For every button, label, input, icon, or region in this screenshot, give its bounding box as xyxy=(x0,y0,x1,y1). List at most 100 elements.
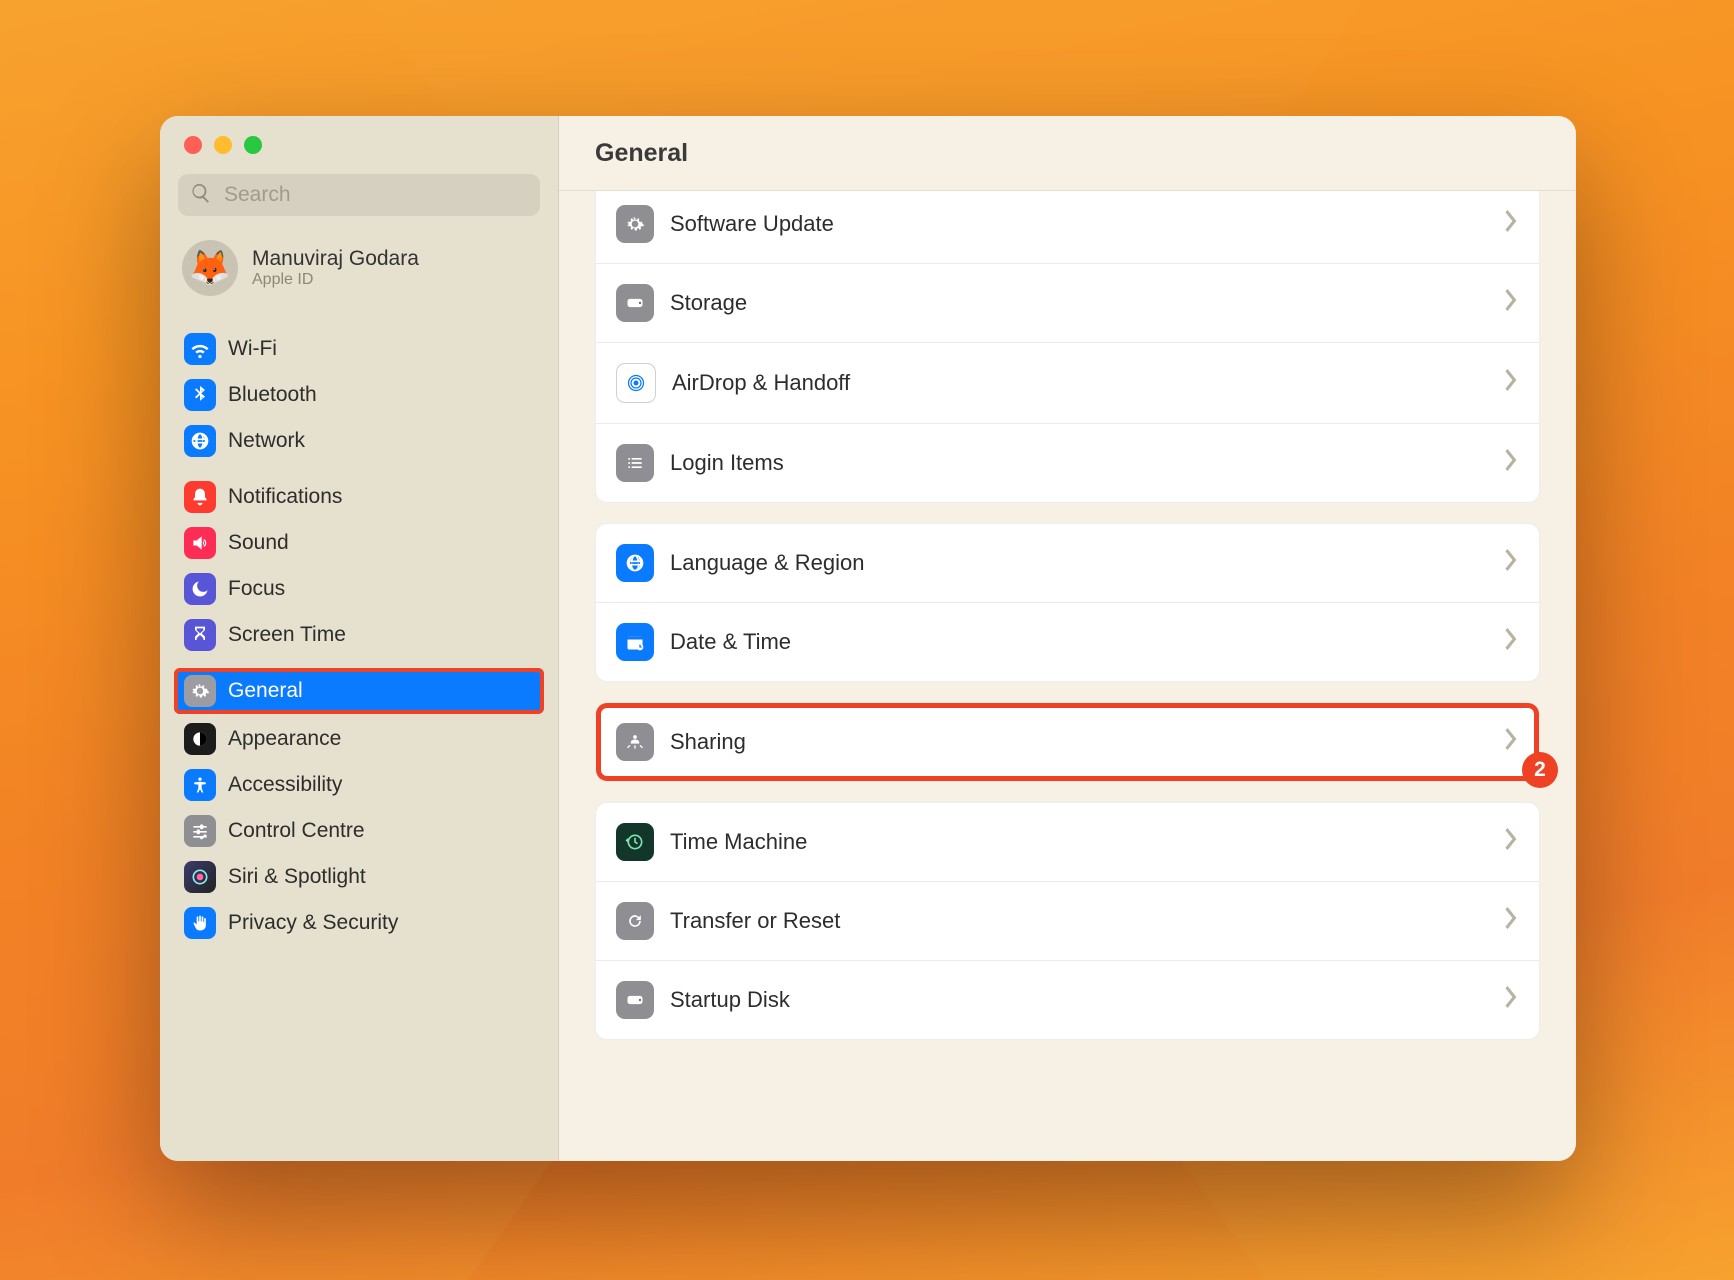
apple-id-row[interactable]: 🦊 Manuviraj Godara Apple ID xyxy=(160,224,558,316)
row-time-machine[interactable]: Time Machine xyxy=(596,803,1539,881)
chevron-right-icon xyxy=(1505,369,1519,397)
bluetooth-icon xyxy=(184,379,216,411)
sidebar-item-appearance[interactable]: Appearance xyxy=(174,716,544,762)
sliders-icon xyxy=(184,815,216,847)
row-storage[interactable]: Storage xyxy=(596,263,1539,342)
row-label: AirDrop & Handoff xyxy=(672,370,850,396)
row-label: Sharing xyxy=(670,729,746,755)
sidebar-item-label: Sound xyxy=(228,531,289,555)
row-airdrop-handoff[interactable]: AirDrop & Handoff xyxy=(596,342,1539,423)
gear-badge-icon xyxy=(616,205,654,243)
gear-icon xyxy=(184,675,216,707)
row-label: Transfer or Reset xyxy=(670,908,840,934)
page-title: General xyxy=(559,116,1576,191)
chevron-right-icon xyxy=(1505,210,1519,238)
chevron-right-icon xyxy=(1505,628,1519,656)
sidebar-list: Wi-Fi Bluetooth Network Notifications xyxy=(160,316,558,1161)
row-label: Storage xyxy=(670,290,747,316)
chevron-right-icon xyxy=(1505,986,1519,1014)
minimize-window-button[interactable] xyxy=(214,136,232,154)
settings-group: Time Machine Transfer or Reset Startup D… xyxy=(595,802,1540,1040)
sidebar-item-general[interactable]: General xyxy=(174,668,544,714)
row-sharing[interactable]: Sharing xyxy=(596,703,1539,781)
sidebar-item-label: Network xyxy=(228,429,305,453)
sidebar: 🦊 Manuviraj Godara Apple ID Wi-Fi Blueto… xyxy=(160,116,559,1161)
sidebar-item-label: Bluetooth xyxy=(228,383,317,407)
chevron-right-icon xyxy=(1505,728,1519,756)
sidebar-item-label: Appearance xyxy=(228,727,341,751)
moon-icon xyxy=(184,573,216,605)
main-panel: General Software Update Storage AirDrop … xyxy=(559,116,1576,1161)
sidebar-item-label: Notifications xyxy=(228,485,342,509)
startup-disk-icon xyxy=(616,981,654,1019)
calendar-icon xyxy=(616,623,654,661)
search-input[interactable] xyxy=(222,182,528,208)
siri-icon xyxy=(184,861,216,893)
airdrop-icon xyxy=(616,363,656,403)
chevron-right-icon xyxy=(1505,449,1519,477)
row-label: Software Update xyxy=(670,211,834,237)
row-login-items[interactable]: Login Items xyxy=(596,423,1539,502)
sidebar-item-siri-spotlight[interactable]: Siri & Spotlight xyxy=(174,854,544,900)
user-name: Manuviraj Godara xyxy=(252,247,419,271)
avatar: 🦊 xyxy=(182,240,238,296)
row-label: Time Machine xyxy=(670,829,807,855)
search-icon xyxy=(190,182,212,209)
sidebar-item-label: Wi-Fi xyxy=(228,337,277,361)
chevron-right-icon xyxy=(1505,549,1519,577)
row-startup-disk[interactable]: Startup Disk xyxy=(596,960,1539,1039)
annotation-badge-2: 2 xyxy=(1522,752,1558,788)
sidebar-item-bluetooth[interactable]: Bluetooth xyxy=(174,372,544,418)
time-machine-icon xyxy=(616,823,654,861)
chevron-right-icon xyxy=(1505,907,1519,935)
sidebar-item-sound[interactable]: Sound xyxy=(174,520,544,566)
globe-icon xyxy=(184,425,216,457)
sidebar-item-notifications[interactable]: Notifications xyxy=(174,474,544,520)
speaker-icon xyxy=(184,527,216,559)
row-software-update[interactable]: Software Update xyxy=(596,191,1539,263)
sidebar-item-privacy-security[interactable]: Privacy & Security xyxy=(174,900,544,946)
accessibility-icon xyxy=(184,769,216,801)
sidebar-item-screen-time[interactable]: Screen Time xyxy=(174,612,544,658)
sidebar-item-label: Siri & Spotlight xyxy=(228,865,366,889)
close-window-button[interactable] xyxy=(184,136,202,154)
sidebar-item-accessibility[interactable]: Accessibility xyxy=(174,762,544,808)
disk-icon xyxy=(616,284,654,322)
row-language-region[interactable]: Language & Region xyxy=(596,524,1539,602)
settings-group: Software Update Storage AirDrop & Handof… xyxy=(595,191,1540,503)
settings-group: Language & Region Date & Time xyxy=(595,523,1540,682)
list-icon xyxy=(616,444,654,482)
sidebar-item-focus[interactable]: Focus xyxy=(174,566,544,612)
content: Software Update Storage AirDrop & Handof… xyxy=(559,191,1576,1161)
sidebar-item-label: Accessibility xyxy=(228,773,342,797)
chevron-right-icon xyxy=(1505,828,1519,856)
sidebar-item-network[interactable]: Network xyxy=(174,418,544,464)
sidebar-item-wifi[interactable]: Wi-Fi xyxy=(174,326,544,372)
sidebar-item-label: Screen Time xyxy=(228,623,346,647)
settings-group: Sharing xyxy=(595,702,1540,782)
sidebar-item-label: Privacy & Security xyxy=(228,911,398,935)
row-label: Startup Disk xyxy=(670,987,790,1013)
bell-icon xyxy=(184,481,216,513)
sharing-icon xyxy=(616,723,654,761)
search-field[interactable] xyxy=(178,174,540,216)
system-settings-window: 🦊 Manuviraj Godara Apple ID Wi-Fi Blueto… xyxy=(160,116,1576,1161)
sidebar-item-label: Focus xyxy=(228,577,285,601)
row-label: Date & Time xyxy=(670,629,791,655)
sidebar-item-label: General xyxy=(228,679,303,703)
window-controls xyxy=(160,116,558,162)
user-sub: Apple ID xyxy=(252,271,419,289)
globe-icon xyxy=(616,544,654,582)
hand-icon xyxy=(184,907,216,939)
hourglass-icon xyxy=(184,619,216,651)
row-label: Login Items xyxy=(670,450,784,476)
sidebar-item-control-centre[interactable]: Control Centre xyxy=(174,808,544,854)
wifi-icon xyxy=(184,333,216,365)
appearance-icon xyxy=(184,723,216,755)
row-date-time[interactable]: Date & Time xyxy=(596,602,1539,681)
reset-icon xyxy=(616,902,654,940)
sidebar-item-label: Control Centre xyxy=(228,819,365,843)
chevron-right-icon xyxy=(1505,289,1519,317)
zoom-window-button[interactable] xyxy=(244,136,262,154)
row-transfer-reset[interactable]: Transfer or Reset xyxy=(596,881,1539,960)
